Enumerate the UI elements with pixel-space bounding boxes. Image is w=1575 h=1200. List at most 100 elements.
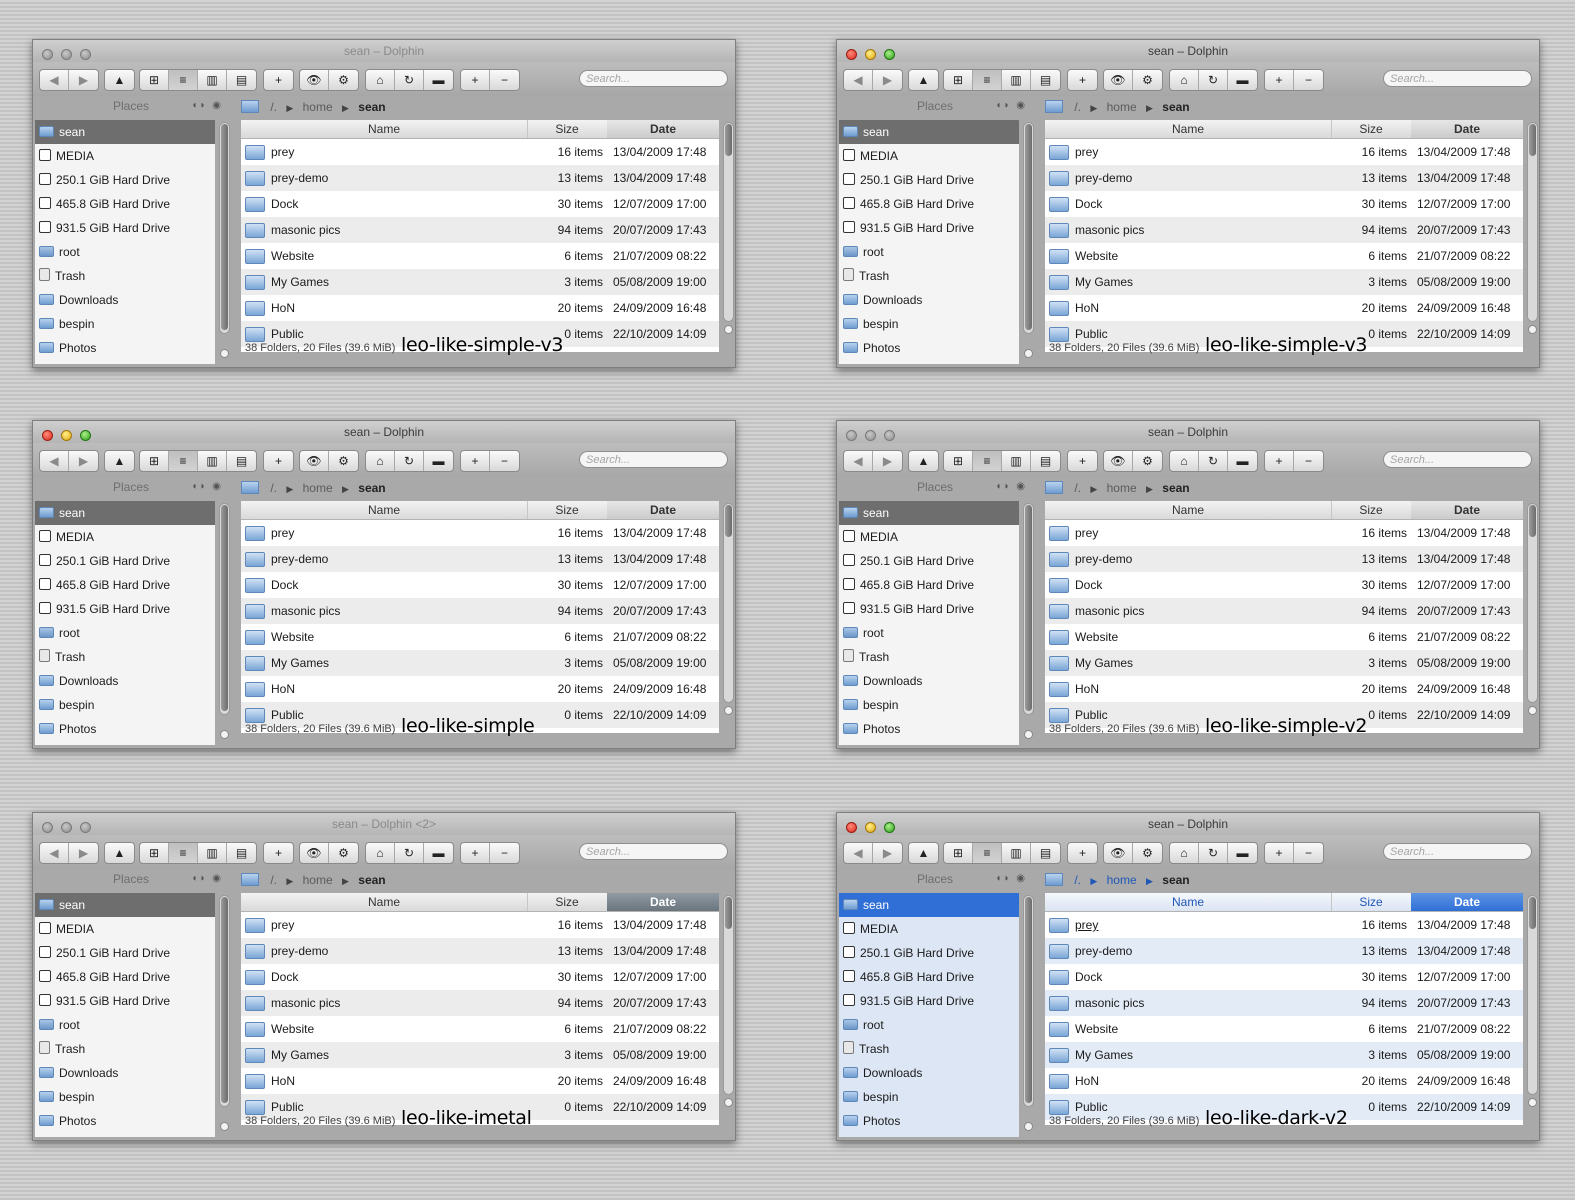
columns-view-button[interactable]: ▥ bbox=[1002, 843, 1031, 863]
terminal-button[interactable]: ▬ bbox=[424, 70, 453, 90]
maximize-window-button[interactable] bbox=[80, 822, 91, 833]
file-row[interactable]: prey 16 items 13/04/2009 17:48 bbox=[1045, 139, 1523, 165]
title-bar[interactable]: sean – Dolphin bbox=[33, 421, 735, 443]
file-list-scroll-thumb[interactable] bbox=[725, 897, 732, 929]
places-scroll-thumb[interactable] bbox=[221, 897, 228, 1103]
location-home-icon[interactable] bbox=[241, 873, 259, 886]
location-home-icon[interactable] bbox=[1045, 100, 1063, 113]
reload-button[interactable]: ↻ bbox=[1199, 843, 1228, 863]
places-item[interactable]: Photos bbox=[839, 336, 1019, 360]
breadcrumb-root[interactable]: /. bbox=[1074, 100, 1081, 114]
file-row[interactable]: My Games 3 items 05/08/2009 19:00 bbox=[241, 1042, 719, 1068]
title-bar[interactable]: sean – Dolphin bbox=[837, 813, 1539, 835]
date-column-header[interactable]: Date bbox=[607, 120, 719, 138]
columns-view-button[interactable]: ▥ bbox=[198, 843, 227, 863]
file-row[interactable]: masonic pics 94 items 20/07/2009 17:43 bbox=[1045, 217, 1523, 243]
places-item[interactable]: 931.5 GiB Hard Drive bbox=[35, 597, 215, 621]
home-button[interactable]: ⌂ bbox=[366, 451, 395, 471]
places-scrollbar[interactable] bbox=[1023, 122, 1034, 334]
show-preview-button[interactable]: 👁 bbox=[300, 451, 329, 471]
details-view-button[interactable]: ≡ bbox=[973, 451, 1002, 471]
places-item[interactable]: bespin bbox=[35, 693, 215, 717]
places-scroll-end[interactable] bbox=[220, 1122, 229, 1131]
breadcrumb-current[interactable]: sean bbox=[1162, 481, 1189, 495]
terminal-button[interactable]: ▬ bbox=[1228, 451, 1257, 471]
file-row[interactable]: Website 6 items 21/07/2009 08:22 bbox=[1045, 624, 1523, 650]
breadcrumb-root[interactable]: /. bbox=[270, 873, 277, 887]
settings-menu-button[interactable]: ⚙ bbox=[329, 70, 358, 90]
panel-controls-icon[interactable]: ◖◗ ◉ bbox=[191, 869, 223, 889]
forward-button[interactable]: ▶ bbox=[873, 843, 902, 863]
back-button[interactable]: ◀ bbox=[40, 843, 69, 863]
back-button[interactable]: ◀ bbox=[844, 843, 873, 863]
columns-view-button[interactable]: ▥ bbox=[1002, 70, 1031, 90]
file-row[interactable]: prey 16 items 13/04/2009 17:48 bbox=[241, 912, 719, 938]
file-row[interactable]: HoN 20 items 24/09/2009 16:48 bbox=[241, 676, 719, 702]
show-preview-button[interactable]: 👁 bbox=[300, 843, 329, 863]
location-home-icon[interactable] bbox=[241, 481, 259, 494]
show-preview-button[interactable]: 👁 bbox=[1104, 70, 1133, 90]
file-list-scroll-end[interactable] bbox=[724, 325, 733, 334]
search-input[interactable]: Search... bbox=[1383, 70, 1532, 87]
back-button[interactable]: ◀ bbox=[40, 70, 69, 90]
close-window-button[interactable] bbox=[42, 822, 53, 833]
create-new-button[interactable]: + bbox=[1068, 451, 1097, 471]
places-item[interactable]: 250.1 GiB Hard Drive bbox=[35, 549, 215, 573]
places-item[interactable]: Trash bbox=[35, 645, 215, 669]
breadcrumb-home[interactable]: home bbox=[1107, 100, 1137, 114]
icons-view-button[interactable]: ⊞ bbox=[140, 451, 169, 471]
places-item[interactable]: sean bbox=[35, 120, 215, 144]
reload-button[interactable]: ↻ bbox=[1199, 451, 1228, 471]
up-button[interactable]: ▲ bbox=[105, 70, 134, 90]
title-bar[interactable]: sean – Dolphin bbox=[837, 40, 1539, 62]
file-row[interactable]: HoN 20 items 24/09/2009 16:48 bbox=[241, 295, 719, 321]
create-new-button[interactable]: + bbox=[1068, 843, 1097, 863]
breadcrumb-home[interactable]: home bbox=[303, 873, 333, 887]
minimize-window-button[interactable] bbox=[865, 822, 876, 833]
file-list-scroll-end[interactable] bbox=[1528, 325, 1537, 334]
file-row[interactable]: My Games 3 items 05/08/2009 19:00 bbox=[241, 650, 719, 676]
file-row[interactable]: prey-demo 13 items 13/04/2009 17:48 bbox=[241, 165, 719, 191]
panel-controls-icon[interactable]: ◖◗ ◉ bbox=[995, 96, 1027, 116]
places-scroll-end[interactable] bbox=[220, 349, 229, 358]
file-row[interactable]: Dock 30 items 12/07/2009 17:00 bbox=[241, 964, 719, 990]
file-row[interactable]: prey 16 items 13/04/2009 17:48 bbox=[241, 139, 719, 165]
maximize-window-button[interactable] bbox=[80, 430, 91, 441]
places-scroll-end[interactable] bbox=[1024, 1122, 1033, 1131]
places-item[interactable]: 465.8 GiB Hard Drive bbox=[839, 573, 1019, 597]
terminal-button[interactable]: ▬ bbox=[1228, 843, 1257, 863]
places-item[interactable]: MEDIA bbox=[35, 525, 215, 549]
home-button[interactable]: ⌂ bbox=[366, 843, 395, 863]
places-scroll-thumb[interactable] bbox=[1025, 505, 1032, 711]
details-view-button[interactable]: ≡ bbox=[169, 451, 198, 471]
size-column-header[interactable]: Size bbox=[1331, 893, 1411, 911]
places-item[interactable]: Downloads bbox=[35, 288, 215, 312]
file-row[interactable]: Dock 30 items 12/07/2009 17:00 bbox=[241, 191, 719, 217]
file-row[interactable]: prey 16 items 13/04/2009 17:48 bbox=[1045, 912, 1523, 938]
file-row[interactable]: HoN 20 items 24/09/2009 16:48 bbox=[1045, 676, 1523, 702]
zoom-in-button[interactable]: + bbox=[1265, 843, 1294, 863]
places-scrollbar[interactable] bbox=[219, 895, 230, 1107]
places-item[interactable]: bespin bbox=[839, 1085, 1019, 1109]
back-button[interactable]: ◀ bbox=[844, 451, 873, 471]
close-window-button[interactable] bbox=[846, 49, 857, 60]
settings-menu-button[interactable]: ⚙ bbox=[329, 451, 358, 471]
zoom-out-button[interactable]: − bbox=[490, 843, 519, 863]
terminal-button[interactable]: ▬ bbox=[424, 843, 453, 863]
home-button[interactable]: ⌂ bbox=[1170, 70, 1199, 90]
icons-view-button[interactable]: ⊞ bbox=[140, 843, 169, 863]
terminal-button[interactable]: ▬ bbox=[424, 451, 453, 471]
close-window-button[interactable] bbox=[42, 49, 53, 60]
forward-button[interactable]: ▶ bbox=[873, 451, 902, 471]
places-item[interactable]: root bbox=[35, 240, 215, 264]
file-row[interactable]: masonic pics 94 items 20/07/2009 17:43 bbox=[241, 598, 719, 624]
details-view-button[interactable]: ≡ bbox=[973, 843, 1002, 863]
minimize-window-button[interactable] bbox=[865, 430, 876, 441]
places-item[interactable]: 931.5 GiB Hard Drive bbox=[839, 597, 1019, 621]
places-item[interactable]: Trash bbox=[35, 264, 215, 288]
places-item[interactable]: MEDIA bbox=[35, 917, 215, 941]
places-item[interactable]: sean bbox=[35, 501, 215, 525]
file-list-scrollbar[interactable] bbox=[723, 503, 734, 703]
file-list-scrollbar[interactable] bbox=[1527, 503, 1538, 703]
settings-menu-button[interactable]: ⚙ bbox=[1133, 70, 1162, 90]
